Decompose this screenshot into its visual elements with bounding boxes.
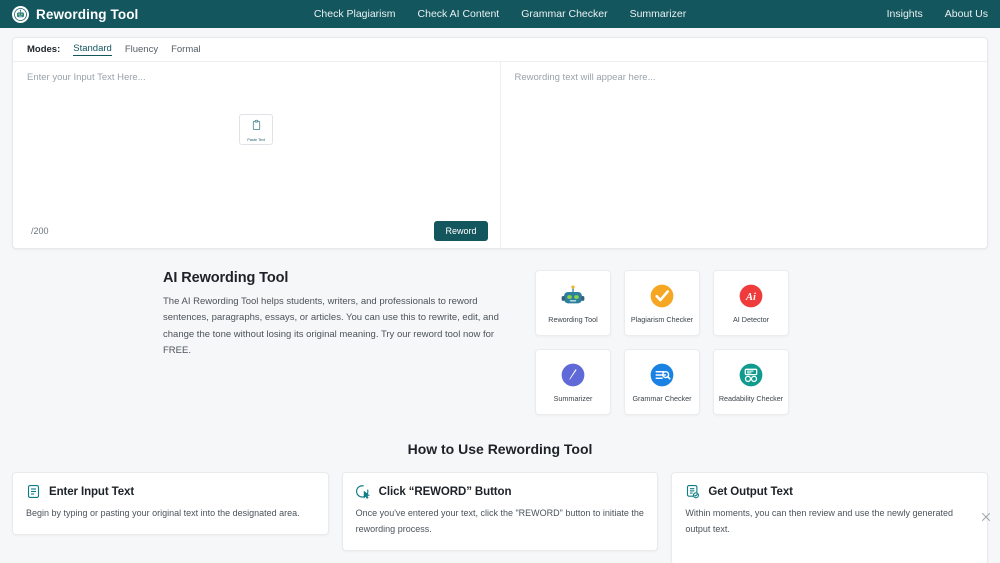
document-check-icon [685,484,700,499]
input-placeholder: Enter your Input Text Here... [13,62,500,83]
info-section: AI Rewording Tool The AI Rewording Tool … [0,249,1000,415]
paste-text-button[interactable]: Paste Text [239,114,273,145]
step-title: Click “REWORD” Button [379,486,512,498]
paste-text-wrapper: Paste Text [13,114,500,145]
tool-card-plagiarism-checker[interactable]: Plagiarism Checker [624,270,700,336]
input-footer: /200 Reword [13,214,500,248]
tool-card-summarizer[interactable]: Summarizer [535,349,611,415]
modes-bar: Modes: Standard Fluency Formal [13,38,987,62]
nav-check-ai-content[interactable]: Check AI Content [418,8,500,20]
tool-card-ai-detector[interactable]: Ai AI Detector [713,270,789,336]
tool-card-readability-checker[interactable]: Readability Checker [713,349,789,415]
click-cursor-icon [356,484,371,499]
step-card-get-output-text: Get Output Text Within moments, you can … [671,472,988,563]
info-body: The AI Rewording Tool helps students, wr… [163,294,503,359]
tool-cards-grid: Rewording Tool Plagiarism Checker Ai AI … [535,270,789,415]
character-counter: /200 [31,226,49,236]
mode-standard[interactable]: Standard [73,43,112,56]
brand-name: Rewording Tool [36,7,138,22]
step-header: Get Output Text [685,484,974,499]
glasses-icon [738,362,764,388]
tool-label: Rewording Tool [548,316,597,323]
mode-fluency[interactable]: Fluency [125,44,158,56]
reword-button[interactable]: Reword [434,221,487,241]
close-icon[interactable] [979,510,993,524]
tool-label: AI Detector [733,316,769,323]
output-footer [501,214,988,248]
robot-icon [560,283,586,309]
howto-section-title: How to Use Rewording Tool [0,441,1000,457]
modes-label: Modes: [27,44,60,55]
howto-steps: Enter Input Text Begin by typing or past… [0,457,1000,563]
step-card-click-reword-button: Click “REWORD” Button Once you've entere… [342,472,659,551]
nav-grammar-checker[interactable]: Grammar Checker [521,8,607,20]
document-lines-icon [26,484,41,499]
check-circle-icon [649,283,675,309]
svg-text:Ai: Ai [745,292,756,303]
nav-insights[interactable]: Insights [887,8,923,20]
clipboard-icon [251,118,262,136]
editor-panes: Enter your Input Text Here... Paste Text… [13,62,987,248]
output-placeholder: Rewording text will appear here... [501,62,988,83]
step-title: Enter Input Text [49,486,134,498]
nav-about-us[interactable]: About Us [945,8,988,20]
top-navigation-bar: Rewording Tool Check Plagiarism Check AI… [0,0,1000,28]
tool-label: Plagiarism Checker [631,316,693,323]
tool-label: Grammar Checker [632,395,691,402]
output-pane[interactable]: Rewording text will appear here... [501,62,988,248]
step-header: Click “REWORD” Button [356,484,645,499]
rewording-editor-card: Modes: Standard Fluency Formal Enter you… [12,37,988,249]
input-pane[interactable]: Enter your Input Text Here... Paste Text… [13,62,501,248]
step-header: Enter Input Text [26,484,315,499]
step-body: Within moments, you can then review and … [685,506,974,538]
tool-card-grammar-checker[interactable]: Grammar Checker [624,349,700,415]
info-title: AI Rewording Tool [163,270,503,286]
info-text-block: AI Rewording Tool The AI Rewording Tool … [163,270,503,415]
secondary-nav: Insights About Us [887,8,988,20]
mode-formal[interactable]: Formal [171,44,201,56]
step-card-enter-input-text: Enter Input Text Begin by typing or past… [12,472,329,535]
nav-check-plagiarism[interactable]: Check Plagiarism [314,8,396,20]
document-search-icon [649,362,675,388]
robot-icon [12,6,29,23]
step-body: Begin by typing or pasting your original… [26,506,315,522]
paste-text-label: Paste Text [247,138,265,142]
step-body: Once you've entered your text, click the… [356,506,645,538]
ai-circle-icon: Ai [738,283,764,309]
tool-label: Summarizer [554,395,593,402]
pen-circle-icon [560,362,586,388]
brand-logo-link[interactable]: Rewording Tool [12,6,138,23]
nav-summarizer[interactable]: Summarizer [630,8,687,20]
tool-card-rewording-tool[interactable]: Rewording Tool [535,270,611,336]
step-title: Get Output Text [708,486,793,498]
primary-nav: Check Plagiarism Check AI Content Gramma… [314,8,686,20]
tool-label: Readability Checker [719,395,783,402]
